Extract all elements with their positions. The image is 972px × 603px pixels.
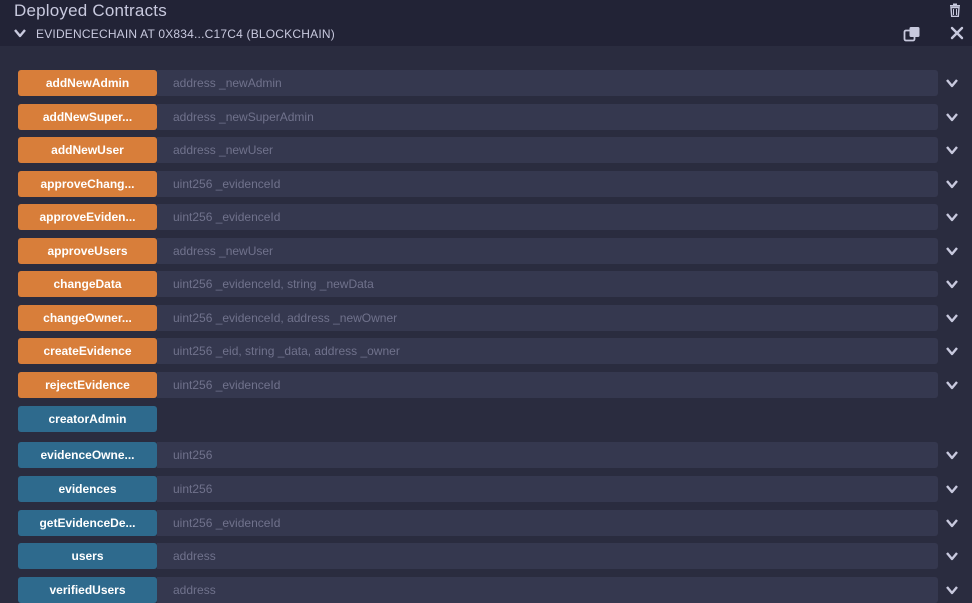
function-button[interactable]: evidenceOwne... (18, 442, 157, 468)
close-icon[interactable] (950, 26, 964, 40)
function-args-input[interactable] (157, 476, 938, 502)
chevron-down-icon[interactable] (946, 380, 958, 390)
function-button[interactable]: rejectEvidence (18, 372, 157, 398)
function-button[interactable]: approveUsers (18, 238, 157, 264)
function-row: evidenceOwne... (0, 442, 972, 468)
function-args-input[interactable] (157, 70, 938, 96)
function-row: evidences (0, 476, 972, 502)
function-args-input[interactable] (157, 137, 938, 163)
function-button[interactable]: addNewAdmin (18, 70, 157, 96)
function-button[interactable]: approveEviden... (18, 204, 157, 230)
function-button[interactable]: users (18, 543, 157, 569)
function-args-input[interactable] (157, 104, 938, 130)
deployed-contracts-header: Deployed Contracts (0, 0, 972, 20)
chevron-down-icon[interactable] (946, 279, 958, 289)
contract-instance-header[interactable]: EVIDENCECHAIN AT 0X834...C17C4 (BLOCKCHA… (0, 20, 972, 46)
function-row: changeData (0, 271, 972, 297)
function-args-input[interactable] (157, 543, 938, 569)
function-args-input[interactable] (157, 305, 938, 331)
function-button[interactable]: creatorAdmin (18, 406, 157, 432)
trash-icon[interactable] (948, 3, 962, 17)
chevron-down-icon[interactable] (946, 78, 958, 88)
function-row: rejectEvidence (0, 372, 972, 398)
function-args-input[interactable] (157, 204, 938, 230)
function-args-input[interactable] (157, 577, 938, 603)
function-button[interactable]: approveChang... (18, 171, 157, 197)
function-row: addNewSuper... (0, 104, 972, 130)
function-args-input[interactable] (157, 510, 938, 536)
function-row: approveUsers (0, 238, 972, 264)
function-row: approveChang... (0, 171, 972, 197)
chevron-down-icon[interactable] (946, 518, 958, 528)
function-args-input[interactable] (157, 271, 938, 297)
chevron-down-icon[interactable] (946, 212, 958, 222)
chevron-down-icon[interactable] (946, 346, 958, 356)
chevron-down-icon[interactable] (946, 179, 958, 189)
chevron-down-icon[interactable] (946, 246, 958, 256)
function-row: changeOwner... (0, 305, 972, 331)
chevron-down-icon[interactable] (946, 145, 958, 155)
copy-icon[interactable] (903, 26, 921, 42)
chevron-down-icon[interactable] (946, 313, 958, 323)
chevron-down-icon[interactable] (946, 551, 958, 561)
function-row: verifiedUsers (0, 577, 972, 603)
chevron-down-icon[interactable] (946, 585, 958, 595)
function-row: addNewUser (0, 137, 972, 163)
function-button[interactable]: getEvidenceDe... (18, 510, 157, 536)
function-button[interactable]: changeData (18, 271, 157, 297)
section-title: Deployed Contracts (14, 1, 167, 20)
function-button[interactable]: createEvidence (18, 338, 157, 364)
function-row: createEvidence (0, 338, 972, 364)
chevron-down-icon[interactable] (946, 484, 958, 494)
function-button[interactable]: evidences (18, 476, 157, 502)
function-args-input[interactable] (157, 238, 938, 264)
function-button[interactable]: changeOwner... (18, 305, 157, 331)
contract-instance-label[interactable]: EVIDENCECHAIN AT 0X834...C17C4 (BLOCKCHA… (36, 27, 335, 41)
function-button[interactable]: verifiedUsers (18, 577, 157, 603)
function-row: getEvidenceDe... (0, 510, 972, 536)
chevron-down-icon[interactable] (946, 450, 958, 460)
chevron-down-icon[interactable] (946, 112, 958, 122)
function-args-input[interactable] (157, 442, 938, 468)
function-row: creatorAdmin (0, 406, 972, 432)
function-row: approveEviden... (0, 204, 972, 230)
function-button[interactable]: addNewUser (18, 137, 157, 163)
function-row: users (0, 543, 972, 569)
function-row: addNewAdmin (0, 70, 972, 96)
function-args-input[interactable] (157, 338, 938, 364)
function-button[interactable]: addNewSuper... (18, 104, 157, 130)
function-args-input[interactable] (157, 171, 938, 197)
function-args-input[interactable] (157, 372, 938, 398)
chevron-down-icon[interactable] (14, 28, 26, 38)
